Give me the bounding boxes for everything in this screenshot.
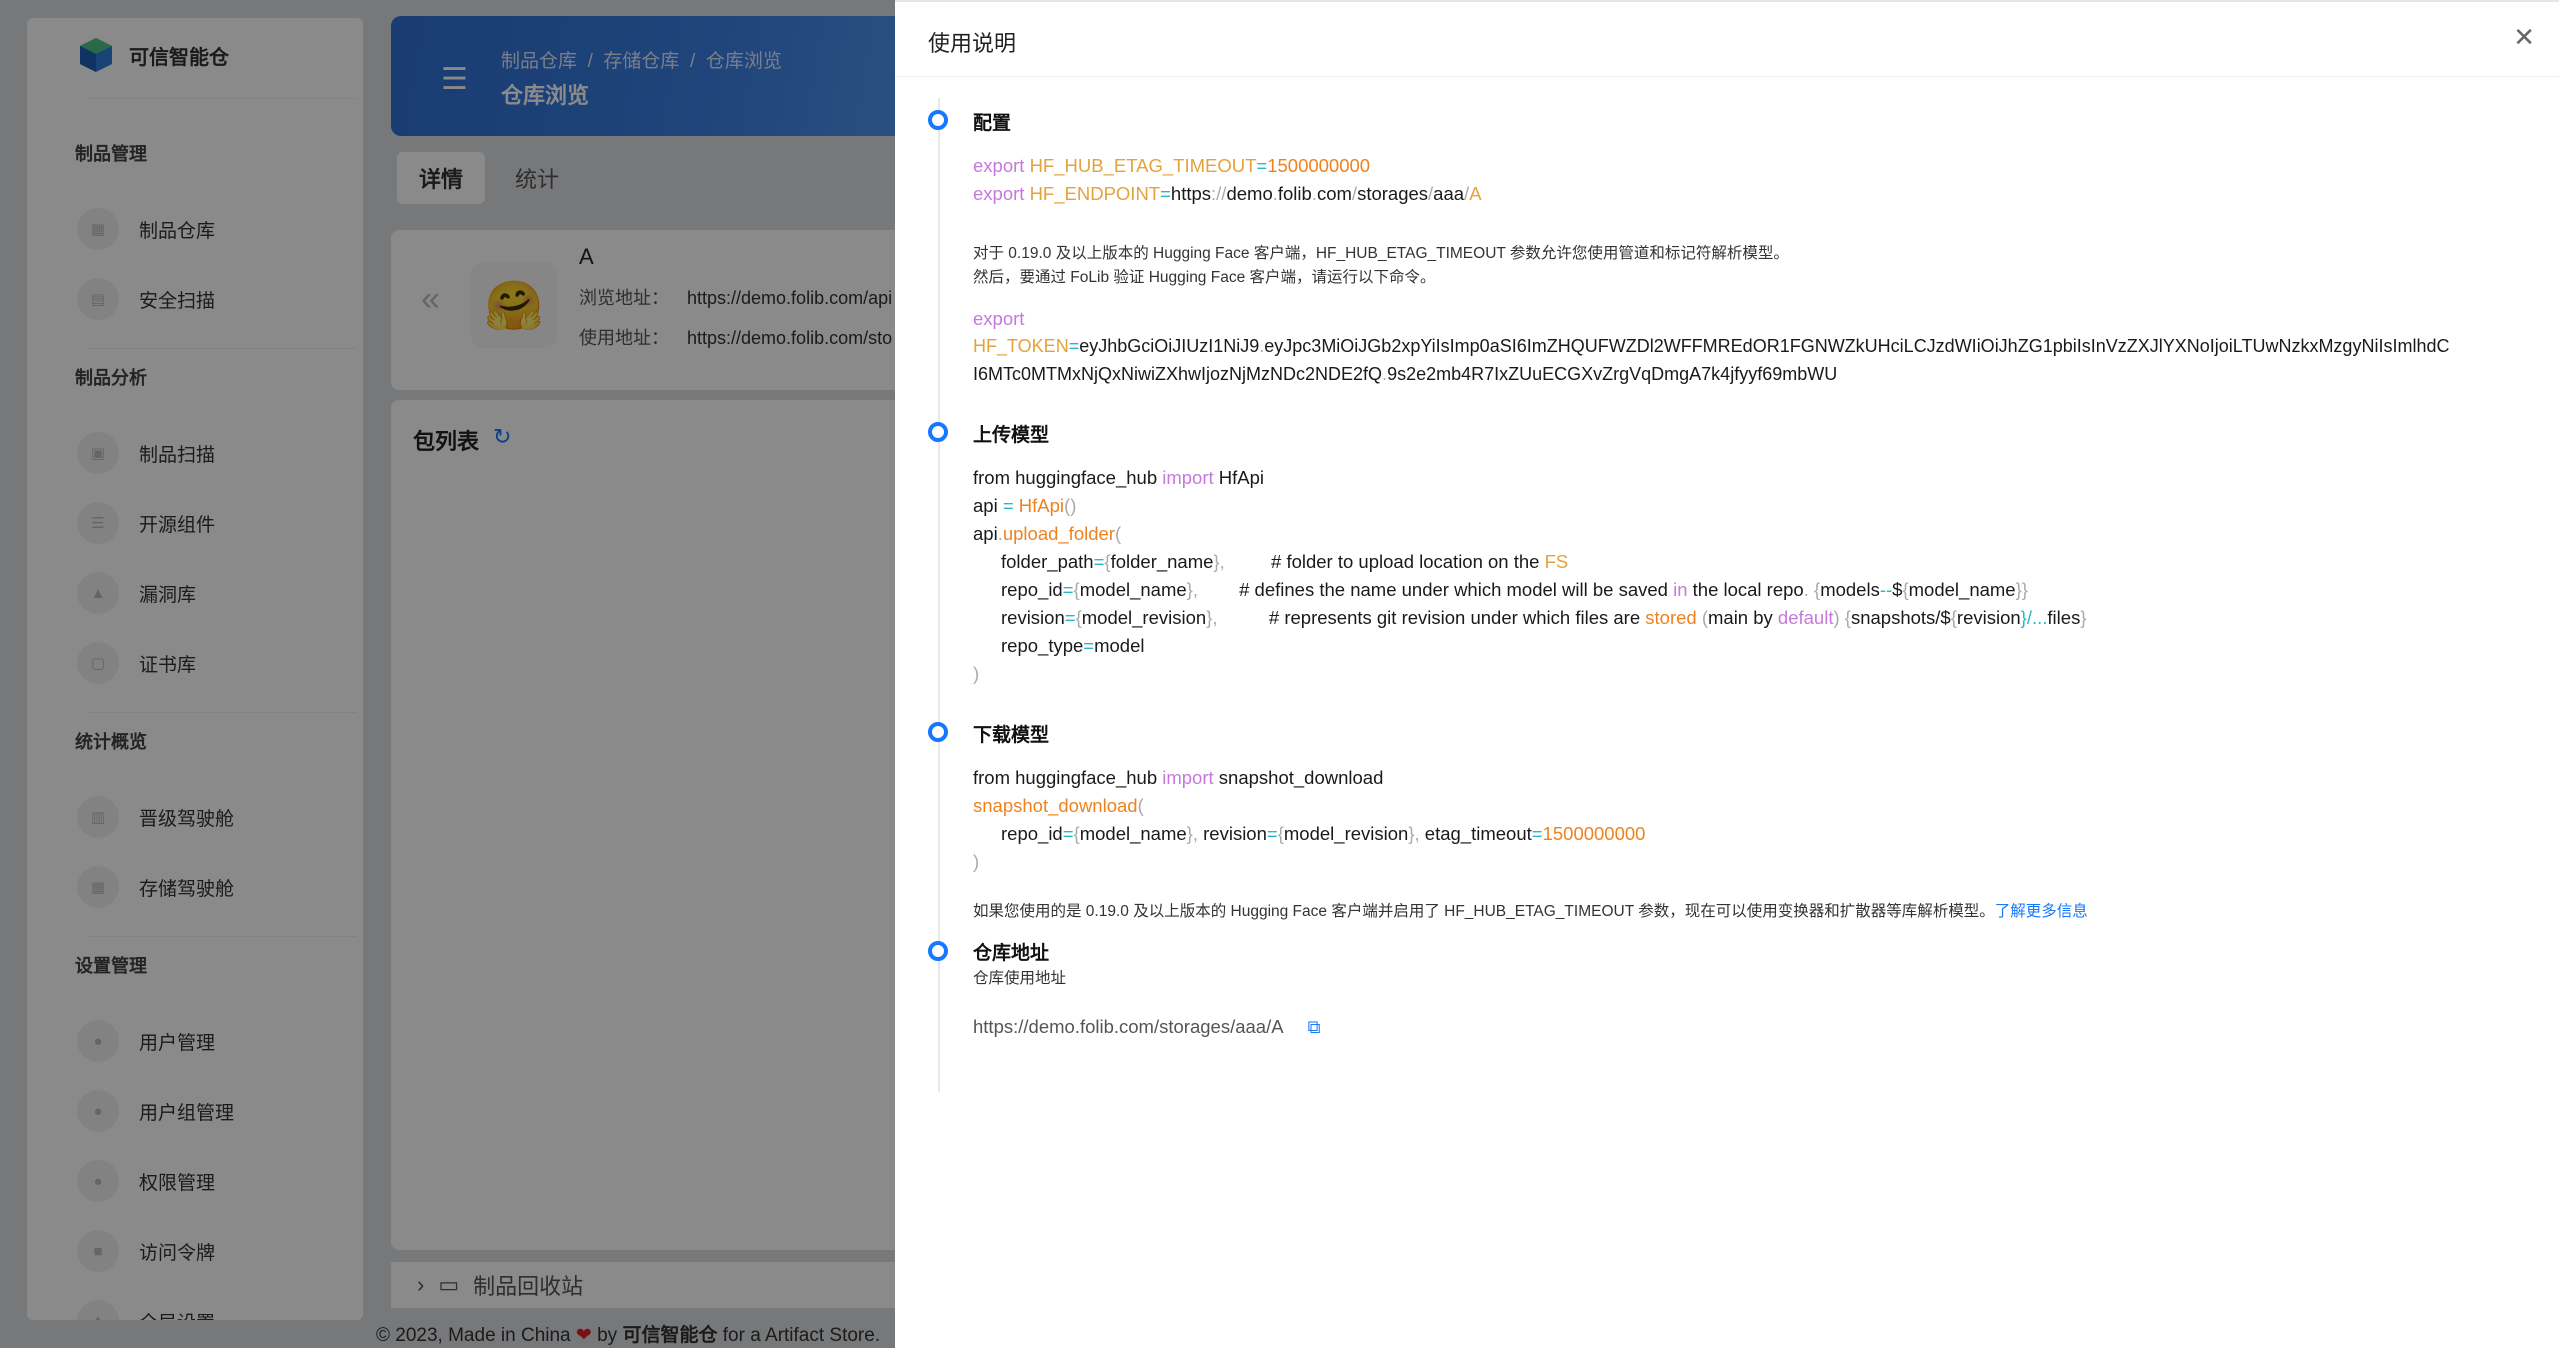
section-title-upload: 上传模型 <box>973 425 1050 446</box>
config-note: 然后，要通过 FoLib 验证 Hugging Face 客户端，请运行以下命令… <box>973 269 1436 286</box>
repo-address: https://demo.folib.com/storages/aaa/A ⧉ <box>973 1016 1320 1038</box>
timeline-dot <box>928 422 948 442</box>
close-icon[interactable]: ✕ <box>2513 22 2535 53</box>
code-line: from huggingface_hub import HfApi <box>973 467 1265 488</box>
timeline-dot <box>928 941 948 961</box>
code-line: I6MTc0MTMxNjQxNiwiZXhwIjozNjMzNDc2NDE2fQ… <box>973 364 1838 384</box>
code-line: repo_type=model <box>1001 635 1145 656</box>
code-line: export HF_HUB_ETAG_TIMEOUT=1500000000 <box>973 155 1371 176</box>
code-line: from huggingface_hub import snapshot_dow… <box>973 767 1384 788</box>
timeline-dot <box>928 110 948 130</box>
drawer-header: 使用说明 ✕ <box>895 2 2559 77</box>
section-title-download: 下载模型 <box>973 725 1050 746</box>
code-line: api.upload_folder( <box>973 523 1122 544</box>
code-line: repo_id={model_name}, revision={model_re… <box>1001 823 1646 844</box>
download-note: 如果您使用的是 0.19.0 及以上版本的 Hugging Face 客户端并启… <box>973 903 2088 920</box>
address-subtitle: 仓库使用地址 <box>973 970 1067 987</box>
code-line: repo_id={model_name}, # defines the name… <box>1001 579 2028 600</box>
code-line: revision={model_revision}, # represents … <box>1001 607 2087 628</box>
timeline-dot <box>928 722 948 742</box>
code-line: ) <box>973 851 980 872</box>
config-note: 对于 0.19.0 及以上版本的 Hugging Face 客户端，HF_HUB… <box>973 245 1789 262</box>
repo-address-url[interactable]: https://demo.folib.com/storages/aaa/A <box>973 1016 1284 1038</box>
usage-drawer: 使用说明 ✕ 配置 export HF_HUB_ETAG_TIMEOUT=150… <box>895 0 2559 1348</box>
code-line: api = HfApi() <box>973 495 1077 516</box>
code-line: ) <box>973 663 980 684</box>
section-title-config: 配置 <box>973 113 1012 134</box>
drawer-title: 使用说明 <box>928 31 1017 56</box>
learn-more-link[interactable]: 了解更多信息 <box>1995 903 2088 920</box>
code-line: export <box>973 308 1025 329</box>
code-line: snapshot_download( <box>973 795 1144 816</box>
code-line: export HF_ENDPOINT=https://demo.folib.co… <box>973 183 1482 204</box>
section-title-address: 仓库地址 <box>973 943 1050 964</box>
copy-icon[interactable]: ⧉ <box>1308 1017 1321 1038</box>
code-line: folder_path={folder_name}, # folder to u… <box>1001 551 1569 572</box>
code-line: HF_TOKEN=eyJhbGciOiJIUzI1NiJ9.eyJpc3MiOi… <box>973 336 2450 356</box>
